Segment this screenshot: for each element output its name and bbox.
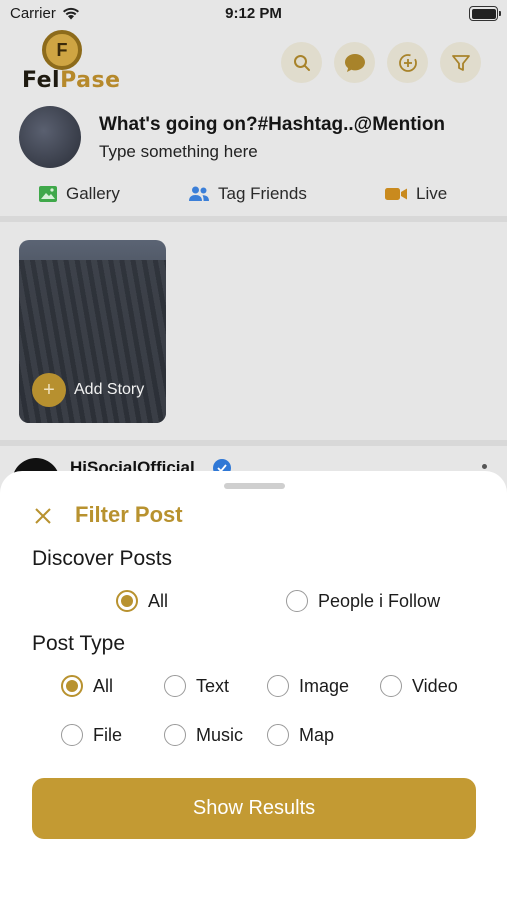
post-type-option-map[interactable]: Map <box>267 724 334 746</box>
clock: 9:12 PM <box>225 5 282 22</box>
app-logo[interactable]: F FelPase <box>22 30 120 96</box>
search-icon <box>293 54 310 71</box>
post-type-option-text[interactable]: Text <box>164 675 229 697</box>
post-type-option-image[interactable]: Image <box>267 675 349 697</box>
radio-button[interactable] <box>267 724 289 746</box>
radio-button[interactable] <box>164 675 186 697</box>
discover-option-people-i-follow[interactable]: People i Follow <box>286 590 440 612</box>
post-type-option-all[interactable]: All <box>61 675 113 697</box>
add-story-card[interactable]: + Add Story <box>19 240 166 423</box>
sheet-title: Filter Post <box>75 502 183 527</box>
option-label: File <box>93 724 123 745</box>
option-label: Text <box>196 675 230 696</box>
post-composer: What's going on?#Hashtag..@Mention Type … <box>0 100 507 216</box>
tag-friends-label: Tag Friends <box>218 184 307 203</box>
add-story-label: Add Story <box>74 381 145 398</box>
option-label: All <box>93 675 114 696</box>
gallery-button[interactable]: Gallery <box>38 184 120 204</box>
app-header: F FelPase <box>0 28 507 98</box>
more-options-icon[interactable] <box>482 464 487 469</box>
radio-button[interactable] <box>61 675 83 697</box>
battery-icon <box>469 6 501 21</box>
show-results-button[interactable]: Show Results <box>32 778 476 839</box>
radio-button[interactable] <box>286 590 308 612</box>
live-label: Live <box>416 184 448 203</box>
option-label: Video <box>412 675 458 696</box>
radio-button[interactable] <box>61 724 83 746</box>
create-button[interactable] <box>387 42 428 83</box>
composer-prompt[interactable]: What's going on?#Hashtag..@Mention <box>99 114 445 136</box>
tag-friends-button[interactable]: Tag Friends <box>188 184 307 204</box>
composer-actions: Gallery Tag Friends Live <box>0 184 507 214</box>
discover-posts-heading: Discover Posts <box>32 547 173 570</box>
sheet-drag-handle[interactable] <box>224 483 285 489</box>
radio-button[interactable] <box>380 675 402 697</box>
live-button[interactable]: Live <box>384 184 447 204</box>
messages-button[interactable] <box>334 42 375 83</box>
chat-icon <box>344 53 365 72</box>
logo-mark: F <box>42 30 82 70</box>
logo-wordmark: FelPase <box>22 68 121 93</box>
tag-friends-icon <box>189 186 209 201</box>
close-icon[interactable] <box>32 505 54 527</box>
radio-button[interactable] <box>164 724 186 746</box>
gallery-icon <box>39 186 57 202</box>
composer-placeholder[interactable]: Type something here <box>99 142 258 162</box>
filter-post-sheet: Filter Post Discover Posts All People i … <box>0 471 507 900</box>
post-type-heading: Post Type <box>32 632 126 655</box>
gallery-label: Gallery <box>66 184 120 203</box>
option-label: All <box>148 590 169 611</box>
option-label: Music <box>196 724 244 745</box>
discover-option-all[interactable]: All <box>116 590 168 612</box>
post-type-option-video[interactable]: Video <box>380 675 458 697</box>
status-bar: Carrier 9:12 PM <box>0 0 507 28</box>
add-circle-icon <box>398 53 417 72</box>
post-type-option-music[interactable]: Music <box>164 724 243 746</box>
header-actions <box>281 42 481 83</box>
option-label: Image <box>299 675 350 696</box>
filter-icon <box>451 54 470 71</box>
option-label: Map <box>299 724 335 745</box>
filter-button[interactable] <box>440 42 481 83</box>
search-button[interactable] <box>281 42 322 83</box>
stories-row: + Add Story <box>0 222 507 442</box>
radio-button[interactable] <box>267 675 289 697</box>
post-type-option-file[interactable]: File <box>61 724 122 746</box>
user-avatar[interactable] <box>19 106 81 168</box>
plus-icon: + <box>32 373 66 407</box>
live-video-icon <box>385 188 407 200</box>
radio-button[interactable] <box>116 590 138 612</box>
option-label: People i Follow <box>318 590 441 611</box>
